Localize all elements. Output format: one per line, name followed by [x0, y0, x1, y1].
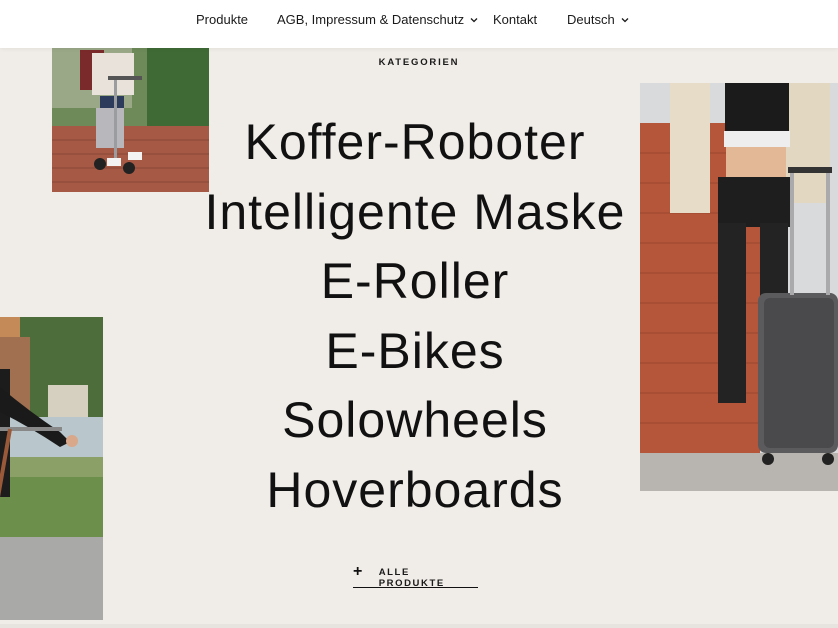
- category-link-e-roller[interactable]: E-Roller: [180, 247, 650, 317]
- category-link-hoverboards[interactable]: Hoverboards: [180, 456, 650, 526]
- all-products-link[interactable]: + ALLE PRODUKTE: [353, 562, 478, 589]
- nav-item-label: Deutsch: [567, 12, 615, 27]
- nav-item-label: AGB, Impressum & Datenschutz: [277, 12, 465, 27]
- category-list: Koffer-Roboter Intelligente Maske E-Roll…: [180, 108, 650, 525]
- woman-with-suitcase-photo: [640, 83, 838, 491]
- nav-item-kontakt[interactable]: Kontakt: [493, 12, 537, 27]
- chevron-down-icon: [621, 17, 629, 22]
- scooter-rider-photo: [0, 317, 103, 620]
- nav-item-produkte[interactable]: Produkte: [196, 12, 248, 27]
- top-navigation: Produkte AGB, Impressum & Datenschutz Ko…: [0, 0, 838, 48]
- category-link-e-bikes[interactable]: E-Bikes: [180, 317, 650, 387]
- nav-item-label: Produkte: [196, 12, 249, 27]
- plus-icon: +: [353, 563, 363, 580]
- category-link-koffer-roboter[interactable]: Koffer-Roboter: [180, 108, 650, 178]
- category-link-intelligente-maske[interactable]: Intelligente Maske: [180, 178, 650, 248]
- category-link-solowheels[interactable]: Solowheels: [180, 386, 650, 456]
- nav-item-label: Kontakt: [493, 12, 538, 27]
- bottom-divider: [0, 624, 838, 628]
- chevron-down-icon: [470, 17, 478, 22]
- all-products-label: ALLE PRODUKTE: [378, 567, 445, 589]
- nav-item-language[interactable]: Deutsch: [567, 12, 630, 27]
- nav-item-legal[interactable]: AGB, Impressum & Datenschutz: [277, 12, 479, 27]
